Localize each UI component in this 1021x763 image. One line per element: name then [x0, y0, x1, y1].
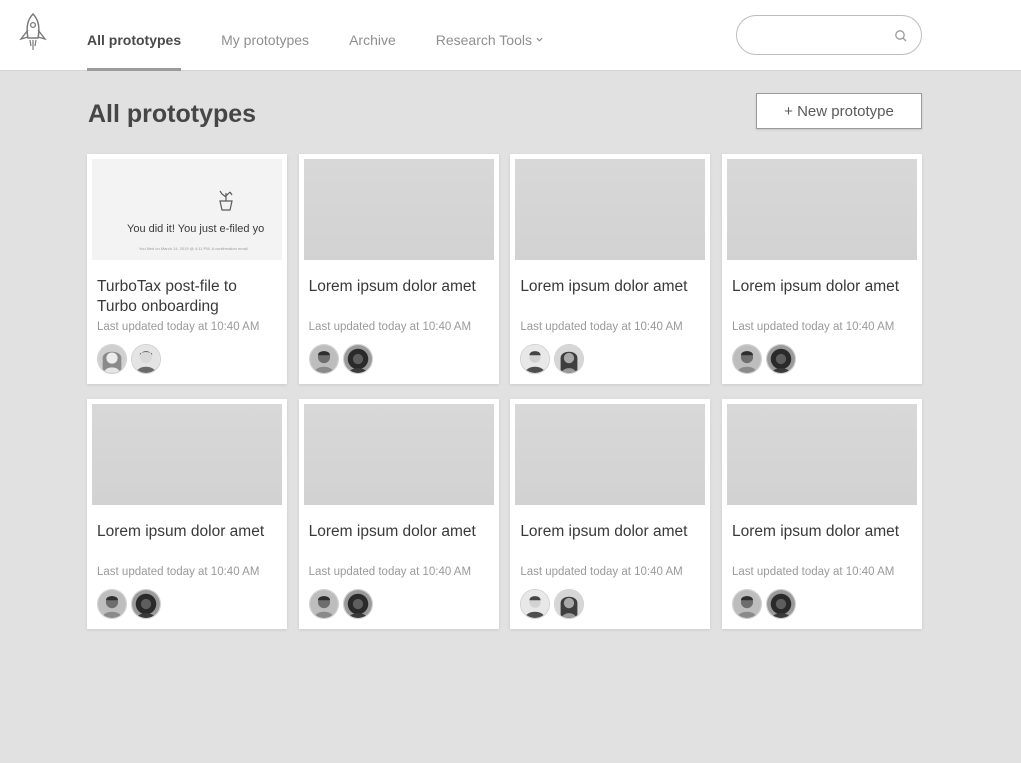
card-title: Lorem ipsum dolor amet	[731, 523, 900, 540]
avatar[interactable]	[342, 344, 373, 374]
prototype-card[interactable]: Lorem ipsum dolor amet Last updated toda…	[510, 399, 711, 629]
card-thumbnail	[515, 159, 706, 260]
card-title: Lorem ipsum dolor amet	[308, 278, 476, 295]
nav-tab-label: My prototypes	[221, 32, 310, 48]
avatar[interactable]	[520, 589, 551, 619]
nav-tab-label: Archive	[349, 32, 396, 48]
collaborator-avatars	[308, 344, 377, 374]
avatar[interactable]	[97, 344, 127, 374]
avatar[interactable]	[97, 589, 127, 619]
card-thumbnail	[303, 159, 494, 260]
preview-subtext: You filed on March 14, 2019 @ 4:11 PM. A…	[139, 246, 248, 251]
collaborator-avatars	[520, 344, 588, 374]
nav-tab-label: Research Tools	[435, 32, 532, 48]
card-last-updated: Last updated today at 10:40 AM	[308, 566, 472, 578]
nav-tab-archive[interactable]: Archive	[349, 0, 396, 71]
card-title: Lorem ipsum dolor amet	[731, 278, 900, 295]
avatar[interactable]	[342, 589, 373, 619]
avatar[interactable]	[731, 344, 762, 374]
avatar[interactable]	[308, 344, 339, 374]
card-thumbnail	[726, 159, 917, 260]
nav-tab-research-tools[interactable]: Research Tools	[436, 0, 543, 71]
card-last-updated: Last updated today at 10:40 AM	[520, 321, 683, 333]
card-thumbnail	[92, 404, 282, 505]
card-title: Lorem ipsum dolor amet	[308, 523, 476, 540]
avatar[interactable]	[765, 589, 796, 619]
card-title: TurboTax post-file to Turbo onboarding	[97, 278, 237, 315]
avatar[interactable]	[131, 344, 161, 374]
prototype-card[interactable]: Lorem ipsum dolor amet Last updated toda…	[298, 154, 499, 384]
collaborator-avatars	[731, 589, 800, 619]
prototype-card[interactable]: Lorem ipsum dolor amet Last updated toda…	[510, 154, 711, 384]
search-input[interactable]	[753, 25, 883, 47]
plant-pot-icon	[219, 190, 233, 211]
avatar[interactable]	[131, 589, 161, 619]
card-thumbnail: You did it! You just e-filed yo You file…	[92, 159, 282, 260]
card-title: Lorem ipsum dolor amet	[520, 523, 688, 540]
prototype-card[interactable]: Lorem ipsum dolor amet Last updated toda…	[721, 154, 922, 384]
rocket-logo-icon[interactable]	[16, 12, 50, 54]
nav-tab-my-prototypes[interactable]: My prototypes	[221, 0, 309, 71]
prototype-grid: You did it! You just e-filed yo You file…	[87, 154, 922, 629]
page-title: All prototypes	[88, 100, 257, 128]
collaborator-avatars	[97, 344, 165, 374]
search-box[interactable]	[736, 15, 922, 55]
collaborator-avatars	[97, 589, 165, 619]
card-title: Lorem ipsum dolor amet	[97, 523, 265, 540]
avatar[interactable]	[554, 344, 585, 374]
card-thumbnail	[726, 404, 917, 505]
primary-nav: All prototypes My prototypes Archive Res…	[87, 0, 583, 71]
card-last-updated: Last updated today at 10:40 AM	[731, 321, 895, 333]
card-last-updated: Last updated today at 10:40 AM	[97, 321, 260, 333]
card-thumbnail	[515, 404, 706, 505]
card-last-updated: Last updated today at 10:40 AM	[308, 321, 472, 333]
avatar[interactable]	[554, 589, 585, 619]
search-icon[interactable]	[893, 28, 909, 44]
prototype-card[interactable]: Lorem ipsum dolor amet Last updated toda…	[298, 399, 499, 629]
avatar[interactable]	[520, 344, 551, 374]
avatar[interactable]	[308, 589, 339, 619]
prototype-card[interactable]: You did it! You just e-filed yo You file…	[87, 154, 287, 384]
collaborator-avatars	[520, 589, 588, 619]
card-title: Lorem ipsum dolor amet	[520, 278, 688, 295]
card-thumbnail	[303, 404, 494, 505]
avatar[interactable]	[731, 589, 762, 619]
preview-headline: You did it! You just e-filed yo	[127, 223, 265, 235]
prototype-card[interactable]: Lorem ipsum dolor amet Last updated toda…	[87, 399, 287, 629]
card-last-updated: Last updated today at 10:40 AM	[731, 566, 895, 578]
nav-tab-all-prototypes[interactable]: All prototypes	[87, 0, 182, 71]
collaborator-avatars	[731, 344, 800, 374]
collaborator-avatars	[308, 589, 377, 619]
card-last-updated: Last updated today at 10:40 AM	[97, 566, 260, 578]
avatar[interactable]	[765, 344, 796, 374]
chevron-down-icon	[536, 37, 543, 42]
nav-tab-label: All prototypes	[87, 32, 182, 48]
card-last-updated: Last updated today at 10:40 AM	[520, 566, 683, 578]
new-prototype-button[interactable]: + New prototype	[756, 93, 922, 129]
top-navigation-bar: All prototypes My prototypes Archive Res…	[0, 0, 1021, 71]
prototype-card[interactable]: Lorem ipsum dolor amet Last updated toda…	[721, 399, 922, 629]
